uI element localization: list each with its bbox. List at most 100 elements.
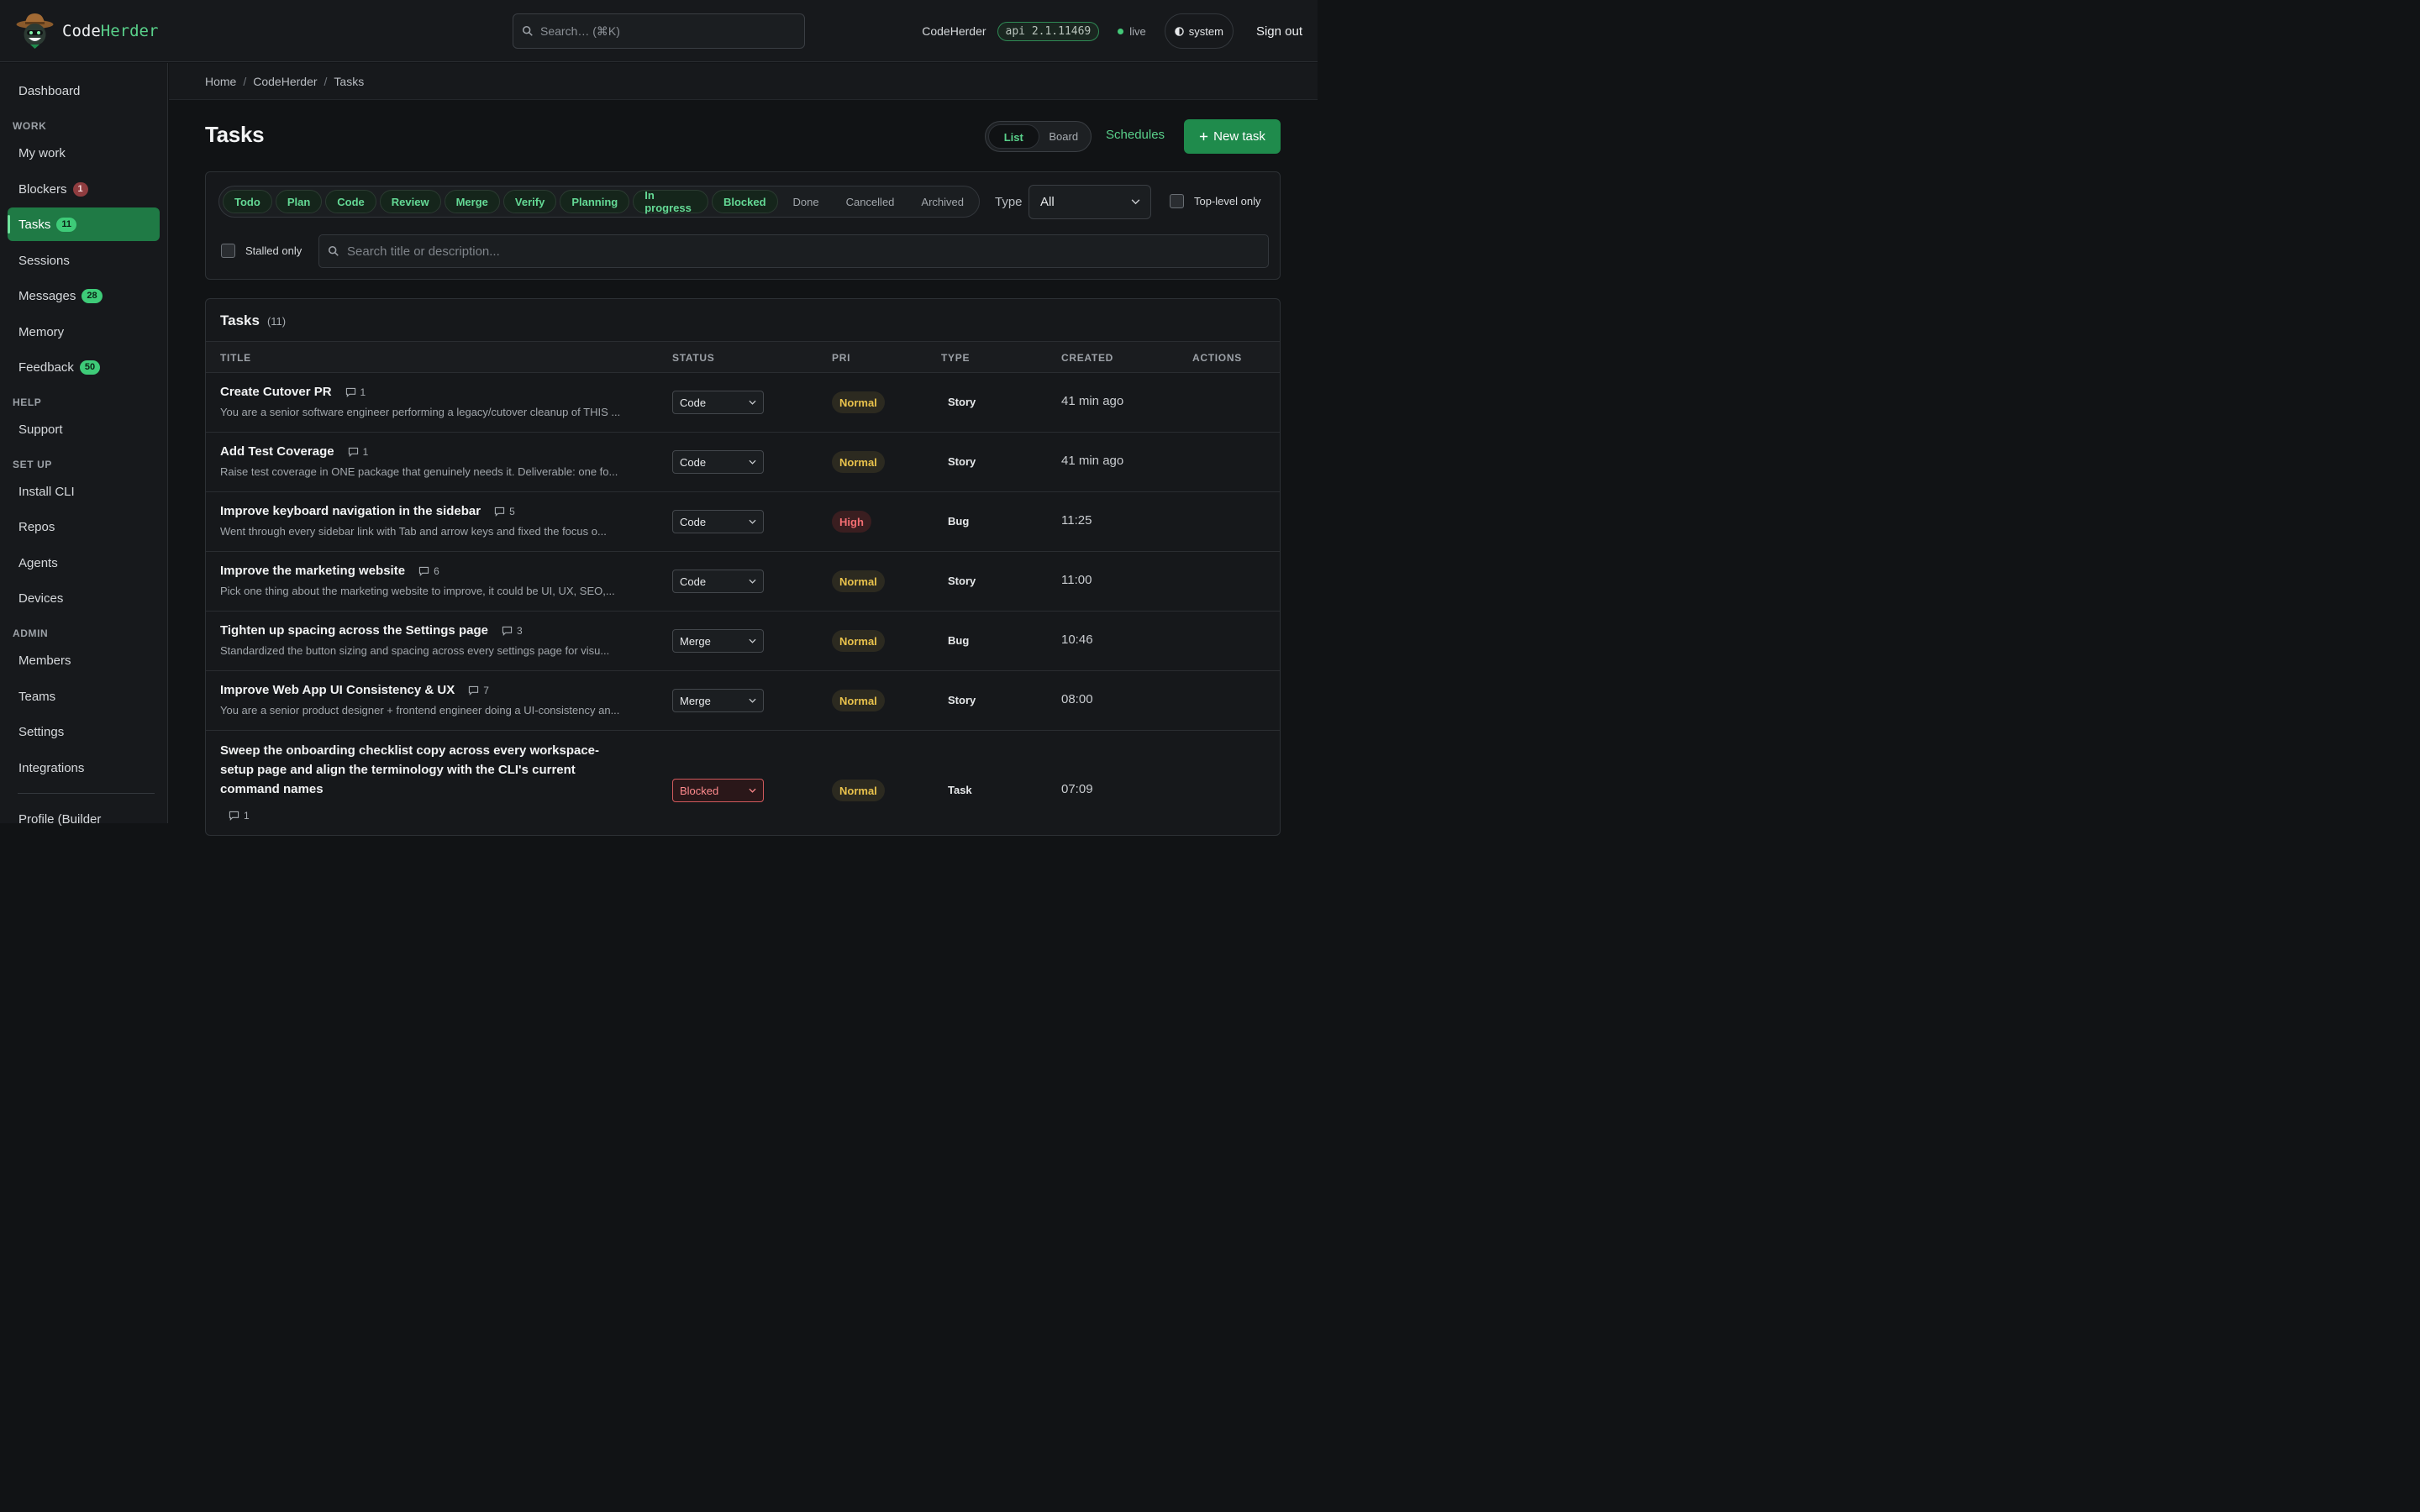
blockers-count-badge: 1	[72, 181, 88, 197]
tasks-table-header: Tasks (11)	[220, 312, 286, 329]
sidebar-item-members[interactable]: Members	[8, 643, 160, 677]
chip-blocked[interactable]: Blocked	[711, 190, 778, 213]
stalled-only-checkbox[interactable]	[221, 244, 235, 258]
sidebar-item-install-cli[interactable]: Install CLI	[8, 475, 160, 508]
chevron-down-icon	[749, 698, 756, 703]
view-board-button[interactable]: Board	[1039, 124, 1089, 149]
sidebar-item-devices[interactable]: Devices	[8, 581, 160, 615]
chip-planning[interactable]: Planning	[560, 190, 630, 213]
status-select[interactable]: Code	[672, 570, 764, 593]
task-title[interactable]: Improve the marketing website 6	[220, 564, 439, 578]
chip-verify[interactable]: Verify	[502, 190, 557, 213]
task-search-placeholder: Search title or description...	[347, 244, 500, 259]
task-title[interactable]: Create Cutover PR 1	[220, 385, 366, 399]
chip-done[interactable]: Done	[781, 190, 831, 213]
table-row[interactable]: Improve Web App UI Consistency & UX 7 Yo…	[206, 671, 1280, 731]
task-created: 41 min ago	[1061, 394, 1124, 408]
org-name[interactable]: CodeHerder	[922, 24, 986, 38]
priority-badge: Normal	[832, 451, 885, 473]
sidebar-item-memory[interactable]: Memory	[8, 315, 160, 349]
status-select[interactable]: Merge	[672, 629, 764, 653]
comment-icon	[229, 811, 239, 821]
sidebar-item-my-work[interactable]: My work	[8, 136, 160, 170]
table-row[interactable]: Sweep the onboarding checklist copy acro…	[206, 731, 1280, 835]
tasks-table-card: Tasks (11) TITLE STATUS PRI TYPE CREATED…	[205, 298, 1281, 836]
sidebar-item-profile[interactable]: Profile (Builder	[8, 802, 160, 836]
chip-cancelled[interactable]: Cancelled	[834, 190, 907, 213]
task-title[interactable]: Improve keyboard navigation in the sideb…	[220, 504, 515, 518]
breadcrumb-home[interactable]: Home	[205, 75, 236, 88]
status-select[interactable]: Code	[672, 391, 764, 414]
top-level-only-toggle[interactable]: Top-level only	[1170, 194, 1261, 208]
type-filter-select[interactable]: All	[1028, 185, 1151, 219]
task-description: You are a senior product designer + fron…	[220, 704, 620, 717]
chip-code[interactable]: Code	[325, 190, 376, 213]
task-type: Story	[948, 455, 976, 468]
breadcrumb-org[interactable]: CodeHerder	[253, 75, 317, 88]
search-icon	[522, 25, 533, 36]
sidebar-item-repos[interactable]: Repos	[8, 510, 160, 543]
chip-todo[interactable]: Todo	[223, 190, 272, 213]
chip-archived[interactable]: Archived	[909, 190, 976, 213]
sidebar-item-teams[interactable]: Teams	[8, 680, 160, 713]
table-row[interactable]: Improve keyboard navigation in the sideb…	[206, 492, 1280, 552]
col-type[interactable]: TYPE	[941, 352, 970, 364]
view-list-button[interactable]: List	[988, 124, 1039, 149]
col-pri[interactable]: PRI	[832, 352, 850, 364]
col-created[interactable]: CREATED	[1061, 352, 1113, 364]
sidebar-item-messages[interactable]: Messages 28	[8, 279, 160, 312]
global-search-input[interactable]: Search… (⌘K)	[513, 13, 805, 49]
sidebar-item-integrations[interactable]: Integrations	[8, 751, 160, 785]
table-row[interactable]: Improve the marketing website 6 Pick one…	[206, 552, 1280, 612]
status-select[interactable]: Code	[672, 510, 764, 533]
chevron-down-icon	[749, 638, 756, 643]
table-row[interactable]: Create Cutover PR 1 You are a senior sof…	[206, 373, 1280, 433]
chip-plan[interactable]: Plan	[275, 190, 323, 213]
task-title[interactable]: Add Test Coverage 1	[220, 444, 368, 459]
task-type: Task	[948, 784, 972, 796]
search-icon	[328, 245, 339, 256]
sign-out-button[interactable]: Sign out	[1256, 24, 1302, 39]
stalled-only-toggle[interactable]: Stalled only	[221, 244, 302, 258]
comment-count: 5	[494, 506, 515, 517]
table-row[interactable]: Add Test Coverage 1 Raise test coverage …	[206, 433, 1280, 492]
task-description: Raise test coverage in ONE package that …	[220, 465, 618, 478]
status-select[interactable]: Code	[672, 450, 764, 474]
table-row[interactable]: Tighten up spacing across the Settings p…	[206, 612, 1280, 671]
chip-review[interactable]: Review	[379, 190, 441, 213]
status-select[interactable]: Blocked	[672, 779, 764, 802]
status-select[interactable]: Merge	[672, 689, 764, 712]
chip-merge[interactable]: Merge	[444, 190, 500, 213]
new-task-button[interactable]: New task	[1184, 119, 1281, 154]
chevron-down-icon	[1131, 199, 1140, 205]
col-status[interactable]: STATUS	[672, 352, 714, 364]
task-title[interactable]: Improve Web App UI Consistency & UX 7	[220, 683, 489, 697]
task-search-input[interactable]: Search title or description...	[318, 234, 1269, 268]
sidebar-item-feedback[interactable]: Feedback 50	[8, 350, 160, 384]
top-level-only-checkbox[interactable]	[1170, 194, 1184, 208]
sidebar-item-tasks[interactable]: Tasks 11	[8, 207, 160, 241]
col-title[interactable]: TITLE	[220, 352, 251, 364]
chevron-down-icon	[749, 459, 756, 465]
priority-badge: Normal	[832, 780, 885, 801]
sidebar-item-agents[interactable]: Agents	[8, 546, 160, 580]
sidebar-item-dashboard[interactable]: Dashboard	[8, 74, 160, 108]
task-type: Story	[948, 694, 976, 706]
sidebar-item-blockers[interactable]: Blockers 1	[8, 172, 160, 206]
task-description: Went through every sidebar link with Tab…	[220, 525, 607, 538]
sidebar-item-sessions[interactable]: Sessions	[8, 244, 160, 277]
brand[interactable]: CodeHerder	[14, 10, 158, 51]
task-type: Story	[948, 575, 976, 587]
theme-toggle-button[interactable]: system	[1164, 13, 1234, 49]
sidebar-item-support[interactable]: Support	[8, 412, 160, 446]
task-title[interactable]: Sweep the onboarding checklist copy acro…	[220, 741, 632, 799]
status-filter-chips: Todo Plan Code Review Merge Verify Plann…	[218, 186, 980, 218]
schedules-link[interactable]: Schedules	[1106, 128, 1165, 142]
sidebar-section-admin: ADMIN	[13, 627, 49, 639]
task-title[interactable]: Tighten up spacing across the Settings p…	[220, 623, 523, 638]
chip-in-progress[interactable]: In progress	[633, 189, 708, 214]
sidebar-item-settings[interactable]: Settings	[8, 715, 160, 748]
task-type: Bug	[948, 634, 970, 647]
messages-count-badge: 28	[82, 288, 103, 303]
page-title: Tasks	[205, 122, 265, 147]
